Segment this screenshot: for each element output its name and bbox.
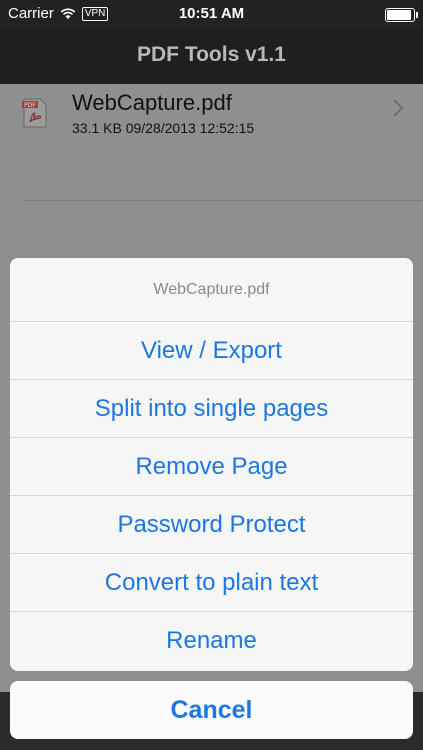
svg-text:PDF: PDF	[24, 102, 36, 109]
action-sheet: WebCapture.pdf View / Export Split into …	[10, 258, 413, 671]
status-time: 10:51 AM	[178, 5, 245, 22]
battery-fill	[387, 10, 412, 20]
view-export-button[interactable]: View / Export	[10, 322, 413, 380]
battery-icon	[385, 8, 418, 22]
action-sheet-title: WebCapture.pdf	[10, 258, 413, 322]
navigation-bar: PDF Tools v1.1	[0, 28, 423, 84]
password-protect-button[interactable]: Password Protect	[10, 496, 413, 554]
file-name: WebCapture.pdf	[72, 90, 232, 115]
row-separator	[22, 200, 423, 201]
pdf-file-icon: PDF	[22, 98, 47, 128]
page-title: PDF Tools v1.1	[137, 43, 286, 66]
convert-text-button[interactable]: Convert to plain text	[10, 554, 413, 612]
cancel-button[interactable]: Cancel	[10, 681, 413, 739]
file-meta: 33.1 KB 09/28/2013 12:52:15	[72, 120, 255, 136]
rename-button[interactable]: Rename	[10, 612, 413, 669]
file-row[interactable]: PDF WebCapture.pdf 33.1 KB 09/28/2013 12…	[0, 84, 423, 144]
split-pages-button[interactable]: Split into single pages	[10, 380, 413, 438]
remove-page-button[interactable]: Remove Page	[10, 438, 413, 496]
chevron-right-icon	[386, 99, 404, 117]
status-bar: Carrier VPN 10:51 AM	[0, 0, 423, 28]
